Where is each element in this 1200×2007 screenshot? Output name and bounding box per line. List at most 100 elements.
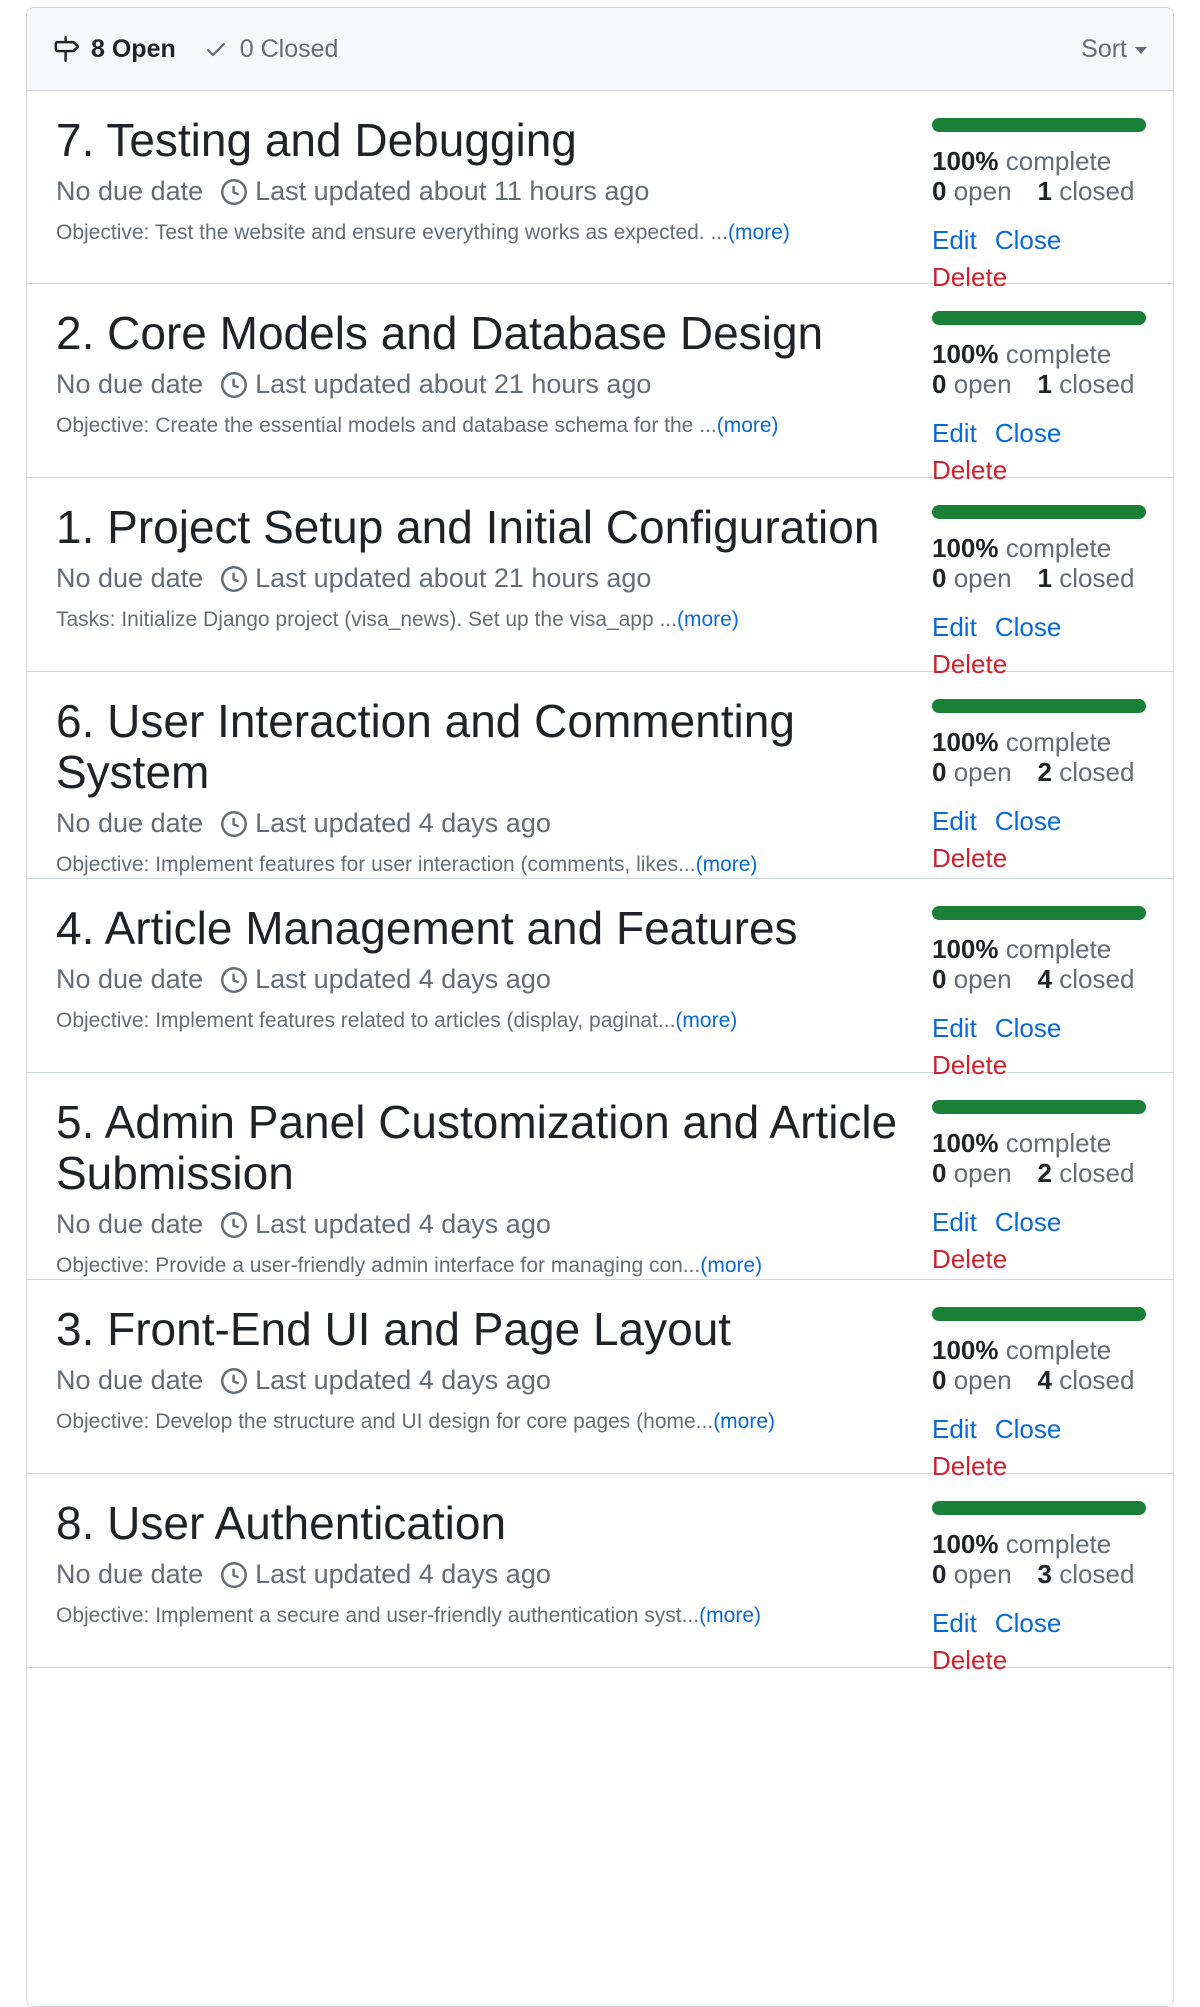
complete-label: complete bbox=[1005, 1128, 1112, 1158]
closed-label: closed bbox=[1059, 176, 1135, 206]
edit-link[interactable]: Edit bbox=[932, 806, 977, 836]
milestone-title[interactable]: 8. User Authentication bbox=[56, 1498, 916, 1549]
issue-counts: 0 open 4 closed bbox=[932, 964, 1147, 994]
delete-link[interactable]: Delete bbox=[932, 1642, 1147, 1679]
close-link[interactable]: Close bbox=[995, 806, 1061, 836]
more-link[interactable]: (more) bbox=[713, 1410, 775, 1433]
more-link[interactable]: (more) bbox=[675, 1009, 737, 1032]
more-link[interactable]: (more) bbox=[728, 221, 790, 244]
milestone-title[interactable]: 5. Admin Panel Customization and Article… bbox=[56, 1097, 916, 1199]
due-date: No due date bbox=[56, 808, 204, 838]
open-issues-count[interactable]: 0 open bbox=[932, 757, 1012, 787]
milestone-description: Objective: Develop the structure and UI … bbox=[56, 1410, 916, 1434]
open-issues-count[interactable]: 0 open bbox=[932, 176, 1012, 206]
milestone-title[interactable]: 4. Article Management and Features bbox=[56, 903, 916, 954]
issue-counts: 0 open 1 closed bbox=[932, 563, 1147, 593]
closed-issues-count[interactable]: 1 closed bbox=[1038, 369, 1135, 399]
milestone-description: Objective: Test the website and ensure e… bbox=[56, 221, 916, 245]
open-issues-count[interactable]: 0 open bbox=[932, 1365, 1012, 1395]
due-date: No due date bbox=[56, 1559, 204, 1589]
due-date: No due date bbox=[56, 176, 204, 206]
percent-value: 100% bbox=[932, 146, 999, 176]
milestone-item: 2. Core Models and Database Design No du… bbox=[27, 284, 1173, 485]
description-text: Tasks: Initialize Django project (visa_n… bbox=[56, 608, 677, 631]
close-link[interactable]: Close bbox=[995, 612, 1061, 642]
closed-count-label: 0 Closed bbox=[239, 34, 339, 63]
closed-issues-count[interactable]: 1 closed bbox=[1038, 176, 1135, 206]
milestone-title[interactable]: 6. User Interaction and Commenting Syste… bbox=[56, 696, 916, 798]
milestone-title[interactable]: 3. Front-End UI and Page Layout bbox=[56, 1304, 916, 1355]
milestone-progress: 100% complete 0 open 4 closed Edit Close … bbox=[932, 906, 1147, 1084]
open-label: open bbox=[953, 1559, 1012, 1589]
close-link[interactable]: Close bbox=[995, 418, 1061, 448]
milestone-progress: 100% complete 0 open 1 closed Edit Close … bbox=[932, 505, 1147, 683]
close-link[interactable]: Close bbox=[995, 1013, 1061, 1043]
issue-counts: 0 open 4 closed bbox=[932, 1365, 1147, 1395]
last-updated: Last updated 4 days ago bbox=[255, 1559, 551, 1589]
milestone-info: 6. User Interaction and Commenting Syste… bbox=[56, 696, 916, 877]
last-updated: Last updated about 21 hours ago bbox=[255, 563, 652, 593]
delete-link[interactable]: Delete bbox=[932, 1241, 1147, 1278]
milestone-title[interactable]: 7. Testing and Debugging bbox=[56, 115, 916, 166]
closed-issues-count[interactable]: 4 closed bbox=[1038, 964, 1135, 994]
close-link[interactable]: Close bbox=[995, 1207, 1061, 1237]
milestone-progress: 100% complete 0 open 2 closed Edit Close … bbox=[932, 699, 1147, 877]
closed-issues-count[interactable]: 1 closed bbox=[1038, 563, 1135, 593]
milestone-actions: Edit Close Delete bbox=[932, 1605, 1147, 1679]
milestone-title[interactable]: 2. Core Models and Database Design bbox=[56, 308, 916, 359]
closed-label: closed bbox=[1059, 1158, 1135, 1188]
closed-milestones-tab[interactable]: 0 Closed bbox=[204, 34, 339, 64]
more-link[interactable]: (more) bbox=[696, 853, 758, 876]
progress-bar bbox=[932, 311, 1146, 325]
sort-dropdown[interactable]: Sort bbox=[1081, 35, 1147, 64]
progress-bar bbox=[932, 699, 1146, 713]
open-issues-count[interactable]: 0 open bbox=[932, 964, 1012, 994]
close-link[interactable]: Close bbox=[995, 1608, 1061, 1638]
percent-complete: 100% complete bbox=[932, 1128, 1147, 1158]
more-link[interactable]: (more) bbox=[699, 1604, 761, 1627]
open-issues-count[interactable]: 0 open bbox=[932, 563, 1012, 593]
complete-label: complete bbox=[1005, 1529, 1112, 1559]
closed-issues-count[interactable]: 2 closed bbox=[1038, 757, 1135, 787]
milestone-description: Objective: Implement features related to… bbox=[56, 1009, 916, 1033]
milestone-actions: Edit Close Delete bbox=[932, 1204, 1147, 1278]
close-link[interactable]: Close bbox=[995, 1414, 1061, 1444]
edit-link[interactable]: Edit bbox=[932, 1608, 977, 1638]
close-link[interactable]: Close bbox=[995, 225, 1061, 255]
edit-link[interactable]: Edit bbox=[932, 225, 977, 255]
open-milestones-tab[interactable]: 8 Open bbox=[53, 35, 176, 64]
edit-link[interactable]: Edit bbox=[932, 418, 977, 448]
edit-link[interactable]: Edit bbox=[932, 1013, 977, 1043]
more-link[interactable]: (more) bbox=[677, 608, 739, 631]
complete-label: complete bbox=[1005, 146, 1112, 176]
edit-link[interactable]: Edit bbox=[932, 612, 977, 642]
percent-complete: 100% complete bbox=[932, 727, 1147, 757]
open-issues-count[interactable]: 0 open bbox=[932, 1559, 1012, 1589]
issue-counts: 0 open 1 closed bbox=[932, 369, 1147, 399]
last-updated: Last updated 4 days ago bbox=[255, 1365, 551, 1395]
milestone-title[interactable]: 1. Project Setup and Initial Configurati… bbox=[56, 502, 916, 553]
closed-issues-count[interactable]: 2 closed bbox=[1038, 1158, 1135, 1188]
open-issues-count[interactable]: 0 open bbox=[932, 1158, 1012, 1188]
closed-issues-count[interactable]: 4 closed bbox=[1038, 1365, 1135, 1395]
percent-value: 100% bbox=[932, 339, 999, 369]
milestone-progress: 100% complete 0 open 2 closed Edit Close … bbox=[932, 1100, 1147, 1278]
closed-label: closed bbox=[1059, 757, 1135, 787]
milestone-item: 5. Admin Panel Customization and Article… bbox=[27, 1073, 1173, 1280]
due-date: No due date bbox=[56, 1365, 204, 1395]
closed-issues-count[interactable]: 3 closed bbox=[1038, 1559, 1135, 1589]
progress-bar bbox=[932, 505, 1146, 519]
due-date: No due date bbox=[56, 369, 204, 399]
more-link[interactable]: (more) bbox=[700, 1254, 762, 1277]
percent-value: 100% bbox=[932, 1128, 999, 1158]
delete-link[interactable]: Delete bbox=[932, 840, 1147, 877]
closed-count: 4 bbox=[1037, 964, 1053, 994]
edit-link[interactable]: Edit bbox=[932, 1207, 977, 1237]
percent-value: 100% bbox=[932, 934, 999, 964]
open-issues-count[interactable]: 0 open bbox=[932, 369, 1012, 399]
clock-icon bbox=[221, 1211, 248, 1238]
more-link[interactable]: (more) bbox=[717, 414, 779, 437]
edit-link[interactable]: Edit bbox=[932, 1414, 977, 1444]
clock-icon bbox=[221, 178, 248, 205]
percent-complete: 100% complete bbox=[932, 146, 1147, 176]
